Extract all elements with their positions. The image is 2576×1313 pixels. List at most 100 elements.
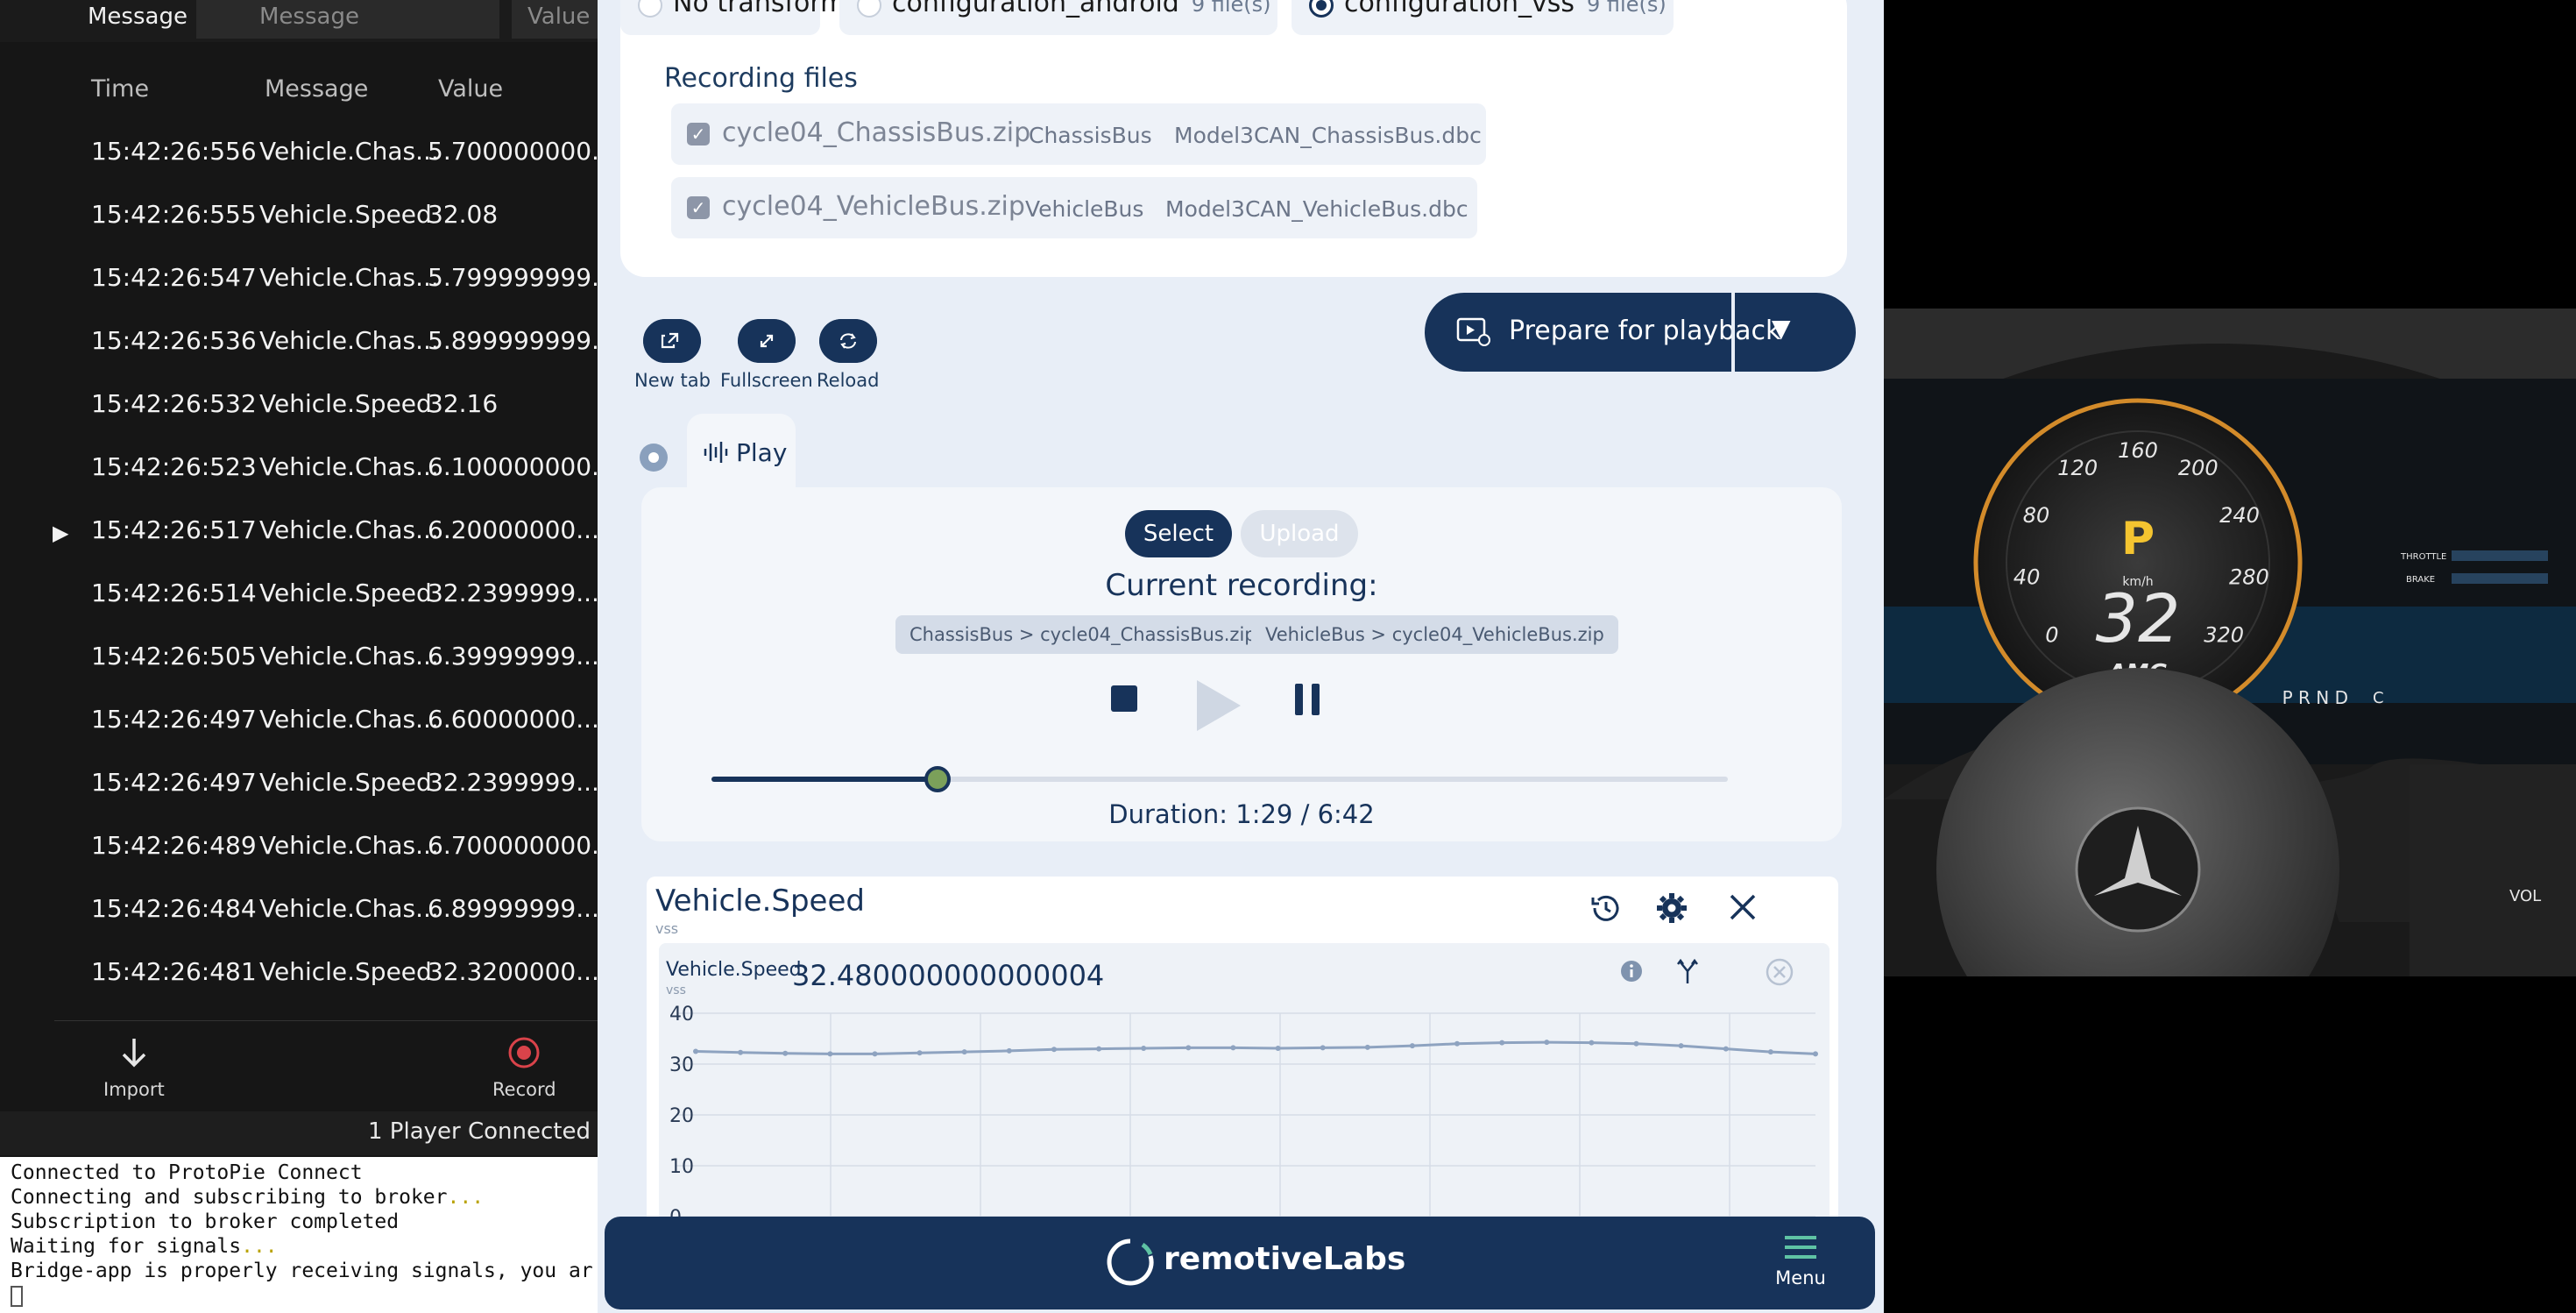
y-tick-label: 40 bbox=[669, 1004, 694, 1026]
reload-button[interactable]: Reload bbox=[817, 319, 879, 391]
recording-pill: ChassisBus > cycle04_ChassisBus.zip bbox=[895, 615, 1270, 654]
recording-file-row[interactable]: ✓ cycle04_VehicleBus.zip VehicleBus Mode… bbox=[671, 177, 1477, 238]
transform-option-vss[interactable]: configuration_vss 9 file(s) bbox=[1292, 0, 1674, 35]
radio-icon bbox=[638, 0, 662, 18]
console-cursor[interactable] bbox=[11, 1285, 23, 1307]
new-tab-button[interactable]: New tab bbox=[634, 319, 711, 391]
file-name: cycle04_ChassisBus.zip bbox=[722, 117, 1031, 148]
tab-bar: Play bbox=[620, 414, 971, 489]
radio-icon bbox=[857, 0, 881, 18]
import-button[interactable]: Import bbox=[103, 1035, 165, 1100]
table-row[interactable]: 15:42:26:556 Vehicle.Chas... 5.700000000..… bbox=[0, 130, 598, 193]
data-point bbox=[782, 1050, 789, 1056]
data-point bbox=[738, 1049, 744, 1055]
table-row[interactable]: 15:42:26:536 Vehicle.Chas... 5.899999999..… bbox=[0, 319, 598, 382]
col-value[interactable]: Value bbox=[438, 75, 503, 103]
recording-file-row[interactable]: ✓ cycle04_ChassisBus.zip ChassisBus Mode… bbox=[671, 103, 1486, 165]
row-message: Vehicle.Speed bbox=[259, 768, 432, 797]
data-point bbox=[1409, 1043, 1415, 1049]
history-icon[interactable] bbox=[1588, 891, 1623, 926]
row-expand-icon[interactable]: ▶ bbox=[53, 521, 68, 545]
dial-tick-label: 80 bbox=[2023, 503, 2050, 528]
button-divider bbox=[1731, 293, 1735, 372]
row-message: Vehicle.Chas... bbox=[259, 705, 439, 734]
message-filter-input[interactable]: Message bbox=[196, 0, 499, 39]
table-row[interactable]: 15:42:26:497 Vehicle.Speed 32.2399999... bbox=[0, 761, 598, 824]
data-point bbox=[1096, 1046, 1102, 1052]
stop-icon[interactable] bbox=[1111, 684, 1137, 713]
bottom-toolbar: Import Record bbox=[54, 1020, 598, 1104]
row-message: Vehicle.Speed bbox=[259, 578, 432, 607]
table-row[interactable]: 15:42:26:547 Vehicle.Chas... 5.799999999..… bbox=[0, 256, 598, 319]
dbc-name: Model3CAN_VehicleBus.dbc bbox=[1165, 196, 1468, 222]
gear-icon[interactable] bbox=[1654, 891, 1689, 926]
recording-pill: VehicleBus > cycle04_VehicleBus.zip bbox=[1251, 615, 1618, 654]
row-time: 15:42:26:547 bbox=[91, 263, 257, 292]
file-count: 9 file(s) bbox=[1191, 0, 1271, 17]
tab-play[interactable]: Play bbox=[687, 414, 796, 489]
c-indicator: C bbox=[2373, 689, 2384, 707]
brand-name: remotiveLabs bbox=[1164, 1241, 1406, 1277]
table-row[interactable]: 15:42:26:489 Vehicle.Chas... 6.700000000..… bbox=[0, 824, 598, 887]
checkbox-icon[interactable]: ✓ bbox=[687, 123, 710, 145]
table-row[interactable]: 15:42:26:484 Vehicle.Chas... 6.89999999... bbox=[0, 887, 598, 950]
info-icon[interactable] bbox=[1619, 959, 1644, 983]
table-row[interactable]: 15:42:26:523 Vehicle.Chas... 6.100000000..… bbox=[0, 445, 598, 508]
row-time: 15:42:26:556 bbox=[91, 137, 257, 166]
signal-card: Vehicle.Speed vss Vehicle.Speed vss 32.4… bbox=[647, 877, 1838, 1245]
fullscreen-button[interactable]: Fullscreen bbox=[720, 319, 813, 391]
table-row[interactable]: 15:42:26:505 Vehicle.Chas... 6.39999999... bbox=[0, 635, 598, 698]
fullscreen-label: Fullscreen bbox=[720, 370, 813, 391]
row-value: 5.899999999... bbox=[428, 326, 598, 355]
col-time[interactable]: Time bbox=[91, 75, 149, 103]
throttle-bar bbox=[2452, 550, 2548, 561]
data-point bbox=[961, 1049, 967, 1055]
playback-slider[interactable] bbox=[711, 766, 1728, 792]
upload-button[interactable]: Upload bbox=[1241, 510, 1358, 557]
slider-handle[interactable] bbox=[924, 766, 951, 792]
prepare-playback-button[interactable]: Prepare for playback ▼ bbox=[1425, 293, 1856, 372]
signal-namespace: vss bbox=[655, 920, 679, 937]
transform-option-none[interactable]: No transformation bbox=[620, 0, 912, 35]
data-point bbox=[1678, 1043, 1684, 1049]
row-value: 6.100000000... bbox=[428, 452, 598, 481]
close-icon[interactable] bbox=[1726, 891, 1759, 924]
select-button[interactable]: Select bbox=[1125, 510, 1232, 557]
table-row[interactable]: ▶ 15:42:26:517 Vehicle.Chas... 6.20000000..… bbox=[0, 508, 598, 571]
console-dots-1: ... bbox=[447, 1186, 485, 1209]
y-tick-label: 30 bbox=[669, 1054, 694, 1076]
signal-table-body: 15:42:26:556 Vehicle.Chas... 5.700000000..… bbox=[0, 130, 598, 1013]
waveform-icon bbox=[704, 442, 728, 463]
inner-signal-name: Vehicle.Speed bbox=[666, 959, 802, 981]
table-row[interactable]: 15:42:26:497 Vehicle.Chas... 6.60000000... bbox=[0, 698, 598, 761]
data-point bbox=[1275, 1046, 1281, 1051]
row-time: 15:42:26:536 bbox=[91, 326, 257, 355]
branch-icon[interactable] bbox=[1675, 957, 1700, 985]
dial-tick-label: 200 bbox=[2178, 456, 2219, 480]
transform-option-android[interactable]: configuration_android 9 file(s) bbox=[839, 0, 1277, 35]
value-filter-input[interactable]: Value ( bbox=[512, 0, 598, 39]
menu-button[interactable]: Menu bbox=[1770, 1234, 1831, 1288]
console-line-4: Waiting for signals bbox=[11, 1235, 242, 1258]
col-message[interactable]: Message bbox=[265, 75, 368, 103]
console-line-3: Subscription to broker completed bbox=[11, 1210, 400, 1233]
data-point bbox=[1499, 1040, 1505, 1046]
checkbox-icon[interactable]: ✓ bbox=[687, 196, 710, 219]
chevron-down-icon[interactable]: ▼ bbox=[1772, 314, 1791, 343]
remove-icon[interactable] bbox=[1765, 957, 1794, 987]
row-message: Vehicle.Chas... bbox=[259, 452, 439, 481]
play-icon[interactable] bbox=[1193, 678, 1242, 733]
tab-record-icon[interactable] bbox=[640, 444, 668, 472]
connection-status: 1 Player Connected (1 M bbox=[0, 1111, 598, 1155]
data-point bbox=[1006, 1047, 1012, 1054]
table-row[interactable]: 15:42:26:481 Vehicle.Speed 32.3200000... bbox=[0, 950, 598, 1013]
table-row[interactable]: 15:42:26:532 Vehicle.Speed 32.16 bbox=[0, 382, 598, 445]
table-row[interactable]: 15:42:26:555 Vehicle.Speed 32.08 bbox=[0, 193, 598, 256]
y-tick-label: 20 bbox=[669, 1105, 694, 1127]
data-point bbox=[1633, 1040, 1639, 1047]
record-button[interactable]: Record bbox=[492, 1035, 556, 1100]
data-point bbox=[1723, 1046, 1729, 1052]
dial-tick-label: 240 bbox=[2219, 503, 2260, 528]
pause-icon[interactable] bbox=[1293, 684, 1321, 715]
table-row[interactable]: 15:42:26:514 Vehicle.Speed 32.2399999... bbox=[0, 571, 598, 635]
